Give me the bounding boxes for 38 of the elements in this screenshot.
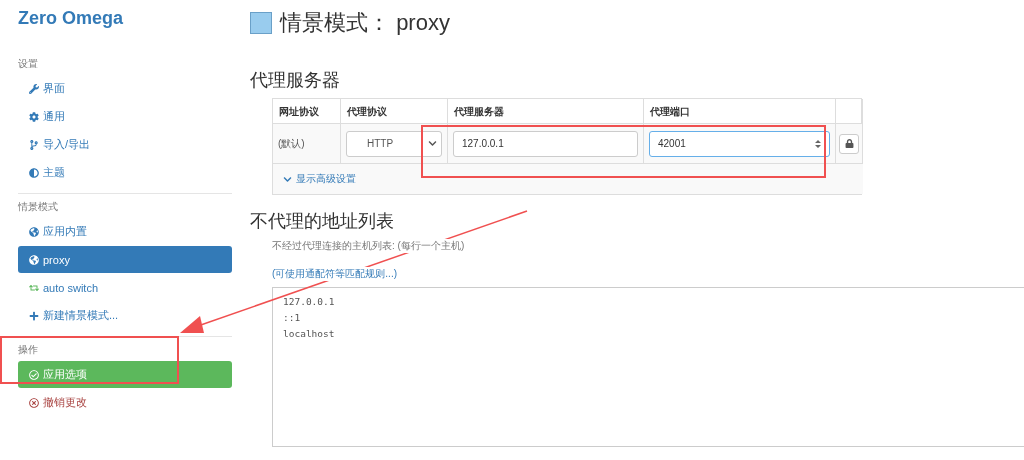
help-text: 不经过代理连接的主机列表: (每行一个主机): [272, 239, 465, 253]
lock-icon: [844, 139, 854, 148]
sidebar-item[interactable]: 界面: [18, 75, 232, 102]
profile-color-swatch[interactable]: [250, 12, 272, 34]
branch-icon: [29, 139, 39, 150]
section-title: 情景模式: [18, 200, 59, 214]
sidebar-item[interactable]: proxy: [18, 246, 232, 273]
spinner-icon: [815, 138, 821, 149]
wrench-icon: [29, 83, 39, 94]
section-title: 操作: [18, 343, 39, 357]
gear-icon: [29, 111, 39, 122]
section-heading: 不代理的地址列表: [250, 210, 395, 233]
bypass-list-field[interactable]: 127.0.0.1 ::1 localhost: [272, 287, 1024, 447]
protocol-select[interactable]: HTTP: [346, 130, 442, 157]
advanced-settings-link[interactable]: 显示高级设置: [273, 164, 863, 194]
sidebar-item[interactable]: auto switch: [18, 274, 232, 301]
table-cell: (默认): [278, 136, 305, 151]
app-logo: Zero Omega: [18, 8, 125, 29]
server-field[interactable]: 127.0.0.1: [453, 130, 638, 157]
repeat-icon: [29, 282, 39, 293]
rules-link[interactable]: (可使用通配符等匹配规则...): [272, 267, 397, 281]
page-title: 情景模式： proxy: [280, 9, 450, 37]
section-heading: 代理服务器: [250, 69, 341, 92]
sidebar-item[interactable]: 应用内置: [18, 218, 232, 245]
chevron-down-icon: [283, 174, 292, 184]
sidebar-item[interactable]: 导入/导出: [18, 131, 232, 158]
sidebar-item[interactable]: 通用: [18, 103, 232, 130]
discard-button[interactable]: 撤销更改: [18, 389, 232, 416]
globe-icon: [29, 254, 39, 265]
lock-button[interactable]: [839, 133, 859, 154]
chevron-down-icon: [428, 139, 437, 148]
sidebar-item[interactable]: 主题: [18, 159, 232, 186]
contrast-icon: [29, 167, 39, 178]
plus-icon: [29, 310, 39, 321]
section-title: 设置: [18, 57, 39, 71]
sidebar-item[interactable]: 新建情景模式...: [18, 302, 232, 329]
globe-icon: [29, 226, 39, 237]
port-field[interactable]: 42001: [649, 130, 830, 157]
